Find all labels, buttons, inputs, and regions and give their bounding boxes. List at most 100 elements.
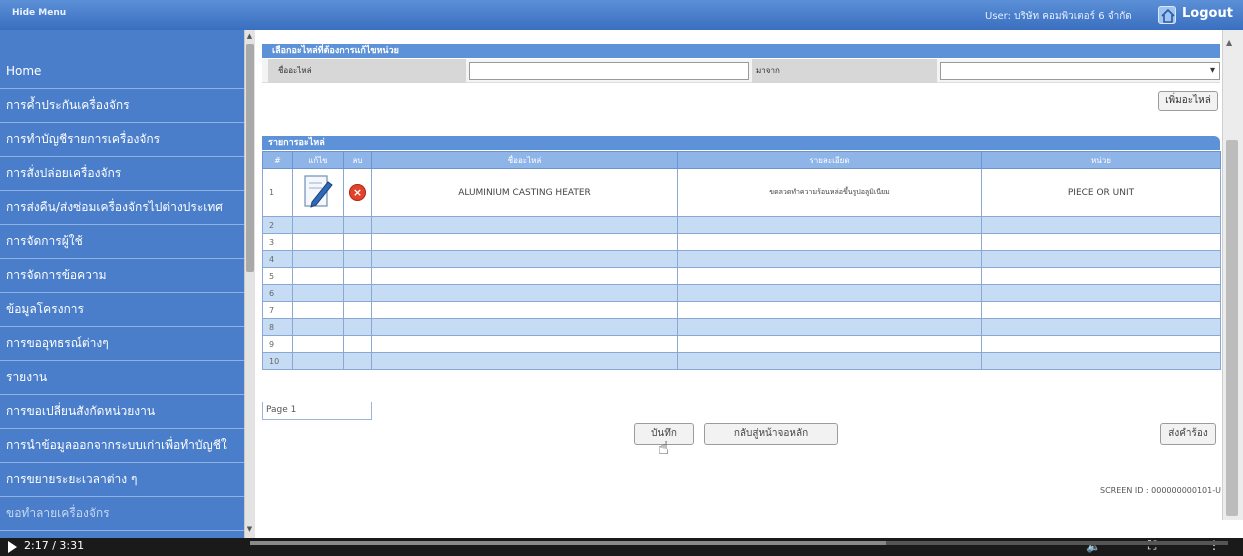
chevron-down-icon: ▾ (1209, 65, 1215, 76)
column-header-detail: รายละเอียด (677, 151, 982, 169)
scroll-up-icon[interactable]: ▲ (1226, 38, 1232, 47)
sidebar-item-guarantee[interactable]: การค้ำประกันเครื่องจักร (0, 89, 244, 123)
back-to-main-button[interactable]: กลับสู่หน้าจอหลัก (704, 423, 838, 445)
user-info: User: บริษัท คอมพิวเตอร์ 6 จำกัด (985, 11, 1132, 22)
parts-table: # แก้ไข ลบ ชื่ออะไหล่ รายละเอียด หน่วย 1 (262, 151, 1221, 370)
part-detail (677, 267, 982, 285)
sidebar-menu: Home การค้ำประกันเครื่องจักร การทำบัญชีร… (0, 30, 255, 538)
part-unit (981, 318, 1221, 336)
part-detail (677, 250, 982, 268)
sidebar-item-return-repair[interactable]: การส่งคืน/ส่งซ่อมเครื่องจักรไปต่างประเทศ (0, 191, 244, 225)
sidebar-item-extend-period[interactable]: การขยายระยะเวลาต่าง ๆ (0, 463, 244, 497)
add-part-button[interactable]: เพิ่มอะไหล่ (1158, 91, 1218, 111)
sidebar-item-release[interactable]: การสั่งปล่อยเครื่องจักร (0, 157, 244, 191)
column-header-delete: ลบ (343, 151, 372, 169)
list-section-header: รายการอะไหล่ (262, 136, 1220, 150)
part-name (371, 352, 678, 370)
source-select[interactable]: ▾ (940, 62, 1220, 80)
part-detail (677, 335, 982, 353)
add-section-header: เลือกอะไหล่ที่ต้องการแก้ไขหน่วย (262, 44, 1220, 58)
sidebar-item-change-unit[interactable]: การขอเปลี่ยนสังกัดหน่วยงาน (0, 395, 244, 429)
page-indicator[interactable]: Page 1 (262, 402, 372, 420)
part-name: ALUMINIUM CASTING HEATER (371, 168, 678, 217)
sidebar-item-project[interactable]: ข้อมูลโครงการ (0, 293, 244, 327)
part-name (371, 233, 678, 251)
row-number: 10 (262, 352, 293, 370)
table-row: 9 (262, 335, 1221, 353)
scroll-down-icon[interactable]: ▼ (245, 525, 254, 534)
submit-request-button[interactable]: ส่งคำร้อง (1160, 423, 1216, 445)
table-row: 8 (262, 318, 1221, 336)
play-icon[interactable] (8, 541, 17, 553)
main-content: เลือกอะไหล่ที่ต้องการแก้ไขหน่วย ชื่ออะไห… (262, 30, 1221, 520)
row-number: 7 (262, 301, 293, 319)
sidebar-item-destroy-machine[interactable]: ขอทำลายเครื่องจักร (0, 497, 244, 531)
row-number: 3 (262, 233, 293, 251)
part-unit (981, 233, 1221, 251)
source-label: มาจาก (752, 59, 937, 83)
part-name-input[interactable] (469, 62, 749, 80)
table-row: 5 (262, 267, 1221, 285)
row-number: 2 (262, 216, 293, 234)
row-number: 8 (262, 318, 293, 336)
hide-menu-link[interactable]: Hide Menu (12, 8, 66, 18)
row-number: 6 (262, 284, 293, 302)
part-unit: PIECE OR UNIT (981, 168, 1221, 217)
table-row: 3 (262, 233, 1221, 251)
sidebar-scroll-thumb[interactable] (246, 44, 254, 272)
part-detail (677, 284, 982, 302)
home-icon[interactable] (1158, 6, 1176, 24)
part-unit (981, 284, 1221, 302)
column-header-unit: หน่วย (981, 151, 1221, 169)
part-name-label: ชื่ออะไหล่ (268, 59, 466, 83)
top-bar: Hide Menu User: บริษัท คอมพิวเตอร์ 6 จำก… (0, 0, 1243, 30)
part-detail (677, 318, 982, 336)
video-progress-bar[interactable] (250, 541, 1228, 545)
part-name (371, 318, 678, 336)
part-detail (677, 233, 982, 251)
sidebar-item-home[interactable]: Home (0, 55, 244, 89)
edit-cell (292, 168, 344, 217)
part-name (371, 250, 678, 268)
hand-cursor-icon: ☝ (658, 438, 669, 459)
table-row: 1 × ALUMINIUM CASTING HEATER ขดลวดทำความ… (262, 168, 1221, 217)
sidebar-item-reports[interactable]: รายงาน (0, 361, 244, 395)
video-time: 2:17 / 3:31 (24, 539, 85, 552)
sidebar-item-appeal[interactable]: การขออุทธรณ์ต่างๆ (0, 327, 244, 361)
sidebar-item-export-legacy[interactable]: การนำข้อมูลออกจากระบบเก่าเพื่อทำบัญชีใ (0, 429, 244, 463)
part-name (371, 216, 678, 234)
table-row: 6 (262, 284, 1221, 302)
part-unit (981, 301, 1221, 319)
part-name (371, 267, 678, 285)
table-row: 2 (262, 216, 1221, 234)
part-detail (677, 216, 982, 234)
video-progress-fill (250, 541, 886, 545)
delete-icon[interactable]: × (349, 184, 366, 201)
part-unit (981, 267, 1221, 285)
part-name (371, 335, 678, 353)
main-scroll-thumb[interactable] (1226, 140, 1238, 516)
edit-icon[interactable] (302, 172, 334, 214)
part-unit (981, 352, 1221, 370)
column-header-edit: แก้ไข (292, 151, 344, 169)
part-name (371, 284, 678, 302)
scroll-up-icon[interactable]: ▲ (245, 32, 254, 41)
sidebar-item-users[interactable]: การจัดการผู้ใช้ (0, 225, 244, 259)
part-name (371, 301, 678, 319)
part-unit (981, 216, 1221, 234)
add-form-row: ชื่ออะไหล่ มาจาก ▾ (262, 59, 1220, 83)
screen-id: SCREEN ID : 000000000101-U (1100, 486, 1221, 495)
table-row: 7 (262, 301, 1221, 319)
row-number: 1 (262, 168, 293, 217)
part-detail (677, 352, 982, 370)
delete-cell: × (343, 168, 372, 217)
sidebar-item-machine-list[interactable]: การทำบัญชีรายการเครื่องจักร (0, 123, 244, 157)
part-unit (981, 335, 1221, 353)
row-number: 9 (262, 335, 293, 353)
row-number: 5 (262, 267, 293, 285)
sidebar-item-messages[interactable]: การจัดการข้อความ (0, 259, 244, 293)
table-row: 10 (262, 352, 1221, 370)
logout-link[interactable]: Logout (1182, 6, 1233, 21)
column-header-name: ชื่ออะไหล่ (371, 151, 678, 169)
row-number: 4 (262, 250, 293, 268)
